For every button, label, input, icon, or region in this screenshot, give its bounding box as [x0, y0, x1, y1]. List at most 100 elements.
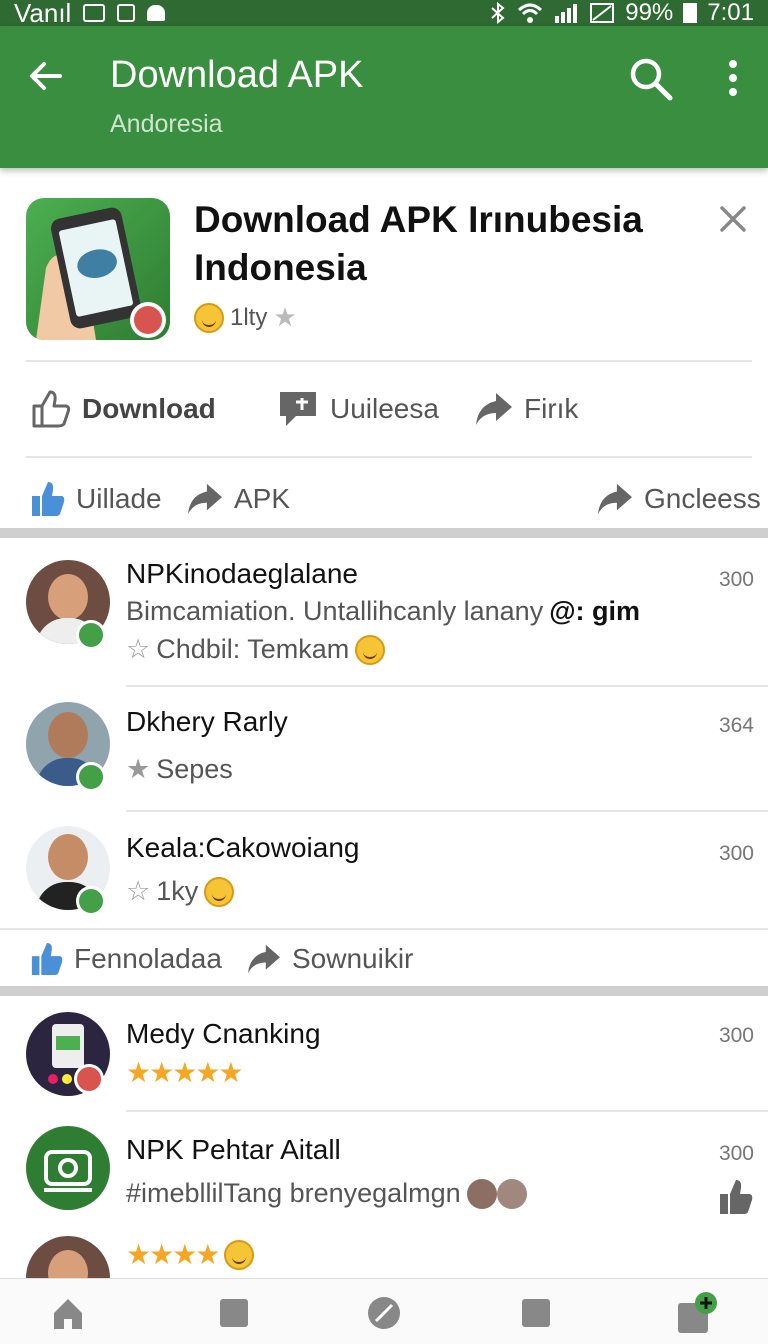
divider	[126, 685, 768, 687]
chat-bubble-icon	[280, 392, 316, 426]
divider	[0, 928, 768, 930]
app-badge-icon	[74, 1064, 104, 1094]
item-meta: 1ky	[156, 876, 199, 906]
star-icon: ★	[273, 302, 297, 332]
more-options-icon[interactable]	[716, 54, 750, 102]
item-count: 364	[718, 714, 754, 737]
apk-action[interactable]: APK	[186, 482, 290, 516]
uillade-label: Uillade	[76, 483, 162, 514]
carrier-label: Vanıl	[14, 0, 72, 28]
list-item[interactable]: ★★★★	[0, 1232, 768, 1278]
page-title: Download APK	[110, 54, 364, 96]
close-icon[interactable]	[716, 202, 750, 236]
item-name: Dkhery Rarly	[126, 706, 288, 737]
star-outline-icon: ★	[126, 754, 151, 784]
avatar	[26, 1236, 110, 1278]
phone-in-hand-icon	[36, 207, 166, 340]
camera-icon	[44, 1150, 92, 1192]
share-action[interactable]: Firık	[474, 391, 578, 427]
chat-action[interactable]: Uuileesa	[276, 388, 439, 430]
item-name: NPK Pehtar Aitall	[126, 1134, 341, 1165]
square-icon[interactable]	[518, 1295, 554, 1331]
download-action[interactable]: Download	[30, 388, 216, 430]
apk-label: APK	[234, 483, 291, 514]
star-outline-icon: ☆	[126, 876, 151, 906]
list-item[interactable]: NPKinodaeglalane Bimcamiation. Untallihc…	[0, 540, 768, 686]
thumbs-up-icon	[31, 942, 63, 976]
star-rating: ★★★★★	[126, 1057, 244, 1088]
fennoladaa-label: Fennoladaa	[74, 943, 222, 974]
list-item[interactable]: Keala:Cakowoiang ☆ 1ky 300	[0, 812, 768, 928]
signal-icon	[555, 4, 578, 23]
share-arrow-icon	[248, 944, 280, 974]
divider	[26, 360, 752, 362]
app-title: Download APK Irınubesia Indonesia	[194, 199, 643, 288]
section-divider	[0, 986, 768, 996]
home-icon[interactable]	[50, 1295, 86, 1331]
verified-badge-icon	[76, 620, 106, 650]
app-bar: Download APK Andoresia	[0, 26, 768, 168]
app-actions: Download Uuileesa Firık	[0, 384, 768, 434]
app-subactions: Uillade APK Gncleess	[0, 474, 768, 524]
page-subtitle: Andoresia	[110, 110, 223, 138]
share-arrow-icon	[598, 483, 632, 515]
compass-icon[interactable]	[366, 1295, 402, 1331]
bluetooth-icon	[491, 2, 505, 24]
back-arrow-icon[interactable]	[22, 52, 70, 100]
smiley-icon	[224, 1239, 255, 1270]
star-outline-icon: ☆	[126, 634, 151, 664]
search-icon[interactable]	[626, 54, 674, 102]
item-description-bold: @: gim	[549, 596, 641, 626]
download-action-label: Download	[82, 393, 216, 424]
verified-badge-icon	[76, 886, 106, 916]
status-bar: Vanıl 99% 7:01	[0, 0, 768, 28]
section-actions: Fennoladaa Sownuikir	[0, 936, 768, 982]
smiley-icon	[204, 876, 235, 907]
thumbs-up-outline-icon	[32, 390, 71, 428]
app-icon[interactable]	[26, 198, 170, 340]
square-icon[interactable]	[216, 1295, 252, 1331]
app-avatar	[26, 1126, 110, 1210]
section-divider	[0, 528, 768, 538]
item-name: Medy Cnanking	[126, 1018, 321, 1049]
list-item[interactable]: NPK Pehtar Aitall #imebllilTang brenyega…	[0, 1112, 768, 1232]
item-name: NPKinodaeglalane	[126, 558, 358, 589]
thumbs-up-icon	[32, 482, 65, 516]
sownuikir-label: Sownuikir	[292, 943, 414, 974]
verified-badge-icon	[76, 762, 106, 792]
wifi-icon	[518, 3, 543, 23]
item-count: 300	[718, 1142, 754, 1165]
gncleess-label: Gncleess	[644, 483, 761, 514]
android-icon	[147, 5, 166, 21]
list-item[interactable]: Medy Cnanking ★★★★★ 300	[0, 998, 768, 1110]
app-notification-icon	[117, 4, 136, 22]
rating-text: 1lty	[230, 303, 268, 331]
sownuikir-action[interactable]: Sownuikir	[246, 943, 413, 975]
bottom-navigation	[0, 1278, 768, 1344]
share-arrow-icon	[476, 393, 512, 425]
item-name: Keala:Cakowoiang	[126, 832, 360, 863]
thumbs-up-icon[interactable]	[718, 1178, 754, 1216]
battery-label: 99%	[625, 0, 674, 26]
item-meta: Chdbil: Temkam	[156, 634, 350, 664]
chat-action-label: Uuileesa	[330, 393, 439, 424]
item-description: Bimcamiation. Untallihcanly lanany	[126, 596, 544, 626]
app-rating: 1lty ★	[194, 302, 297, 333]
smiley-icon	[355, 634, 386, 665]
battery-icon	[683, 3, 698, 23]
clock: 7:01	[707, 0, 754, 26]
item-count: 300	[718, 842, 754, 865]
smiley-icon	[194, 302, 224, 333]
share-action-label: Firık	[524, 393, 579, 424]
item-description: #imebllilTang brenyegalmgn	[126, 1178, 461, 1208]
list-item[interactable]: Dkhery Rarly ★ Sepes 364	[0, 688, 768, 810]
mini-avatar	[466, 1178, 497, 1209]
uillade-action[interactable]: Uillade	[30, 480, 162, 518]
photo-notification-icon	[83, 4, 106, 22]
divider	[26, 456, 752, 458]
mini-avatar	[496, 1178, 527, 1209]
fennoladaa-action[interactable]: Fennoladaa	[30, 941, 222, 977]
item-meta: Sepes	[156, 754, 233, 784]
add-box-icon[interactable]	[676, 1291, 720, 1335]
gncleess-action[interactable]: Gncleess	[596, 482, 761, 516]
